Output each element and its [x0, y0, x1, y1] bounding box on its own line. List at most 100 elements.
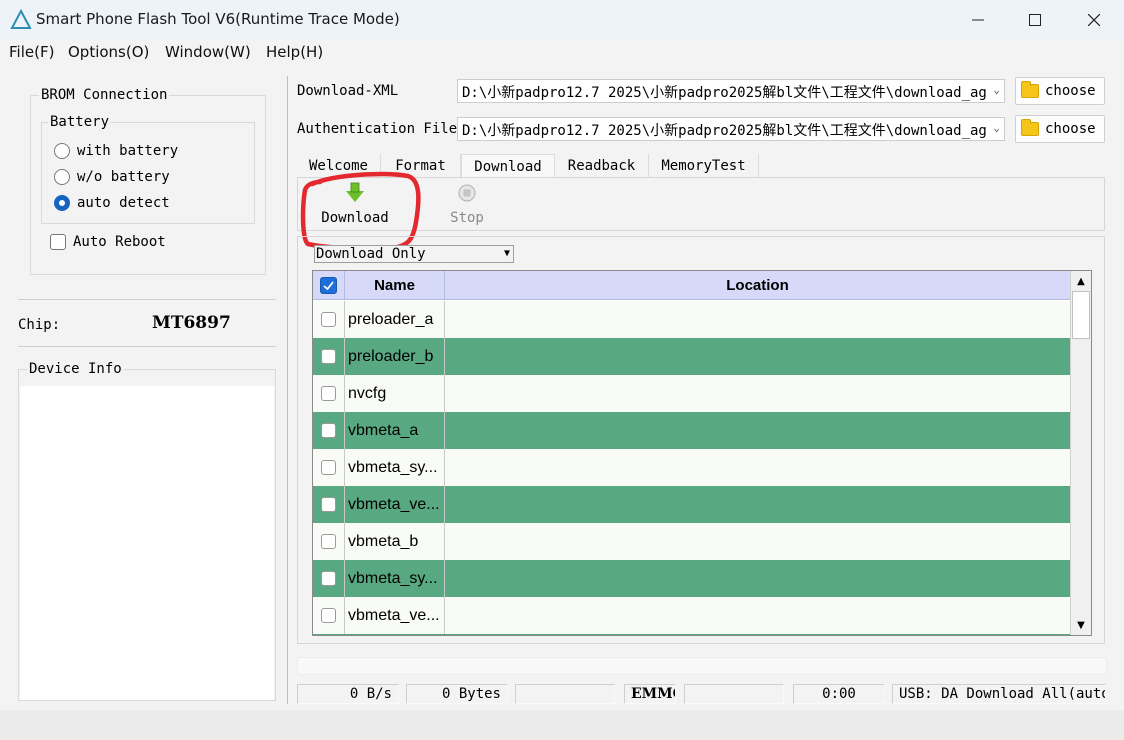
row-check-cell[interactable]	[313, 597, 345, 634]
battery-title: Battery	[48, 114, 112, 130]
tab-download[interactable]: Download	[461, 154, 555, 178]
download-label: Download	[321, 210, 389, 226]
chevron-down-icon[interactable]: ⌄	[991, 121, 1000, 134]
table-row[interactable]: vbmeta_sy...	[313, 560, 1070, 597]
row-check-cell[interactable]	[313, 449, 345, 486]
status-empty-2	[684, 684, 784, 704]
table-row[interactable]: preloader_a	[313, 301, 1070, 338]
maximize-button[interactable]	[1007, 0, 1063, 40]
table-row[interactable]: vbmeta_ve...	[313, 486, 1070, 523]
download-button[interactable]: Download	[318, 182, 392, 228]
partition-location[interactable]	[445, 412, 1070, 449]
menu-file[interactable]: File(F)	[9, 43, 54, 61]
partition-location[interactable]	[445, 486, 1070, 523]
radio-auto-detect[interactable]: auto detect	[54, 195, 170, 211]
minimize-button[interactable]	[950, 0, 1006, 40]
device-info-title: Device Info	[27, 361, 124, 377]
auto-reboot-checkbox[interactable]: Auto Reboot	[50, 234, 166, 250]
select-all-checkbox[interactable]	[320, 277, 337, 294]
brom-connection-group: BROM Connection Battery with battery w/o…	[30, 87, 266, 275]
scroll-up-arrow-icon[interactable]: ▲	[1071, 271, 1091, 291]
table-row[interactable]: vbmeta_a	[313, 412, 1070, 449]
tab-welcome[interactable]: Welcome	[297, 154, 381, 178]
checkbox[interactable]	[50, 234, 66, 250]
title-bar: Smart Phone Flash Tool V6(Runtime Trace …	[0, 0, 1124, 40]
row-checkbox[interactable]	[321, 497, 336, 512]
chevron-down-icon[interactable]: ⌄	[991, 83, 1000, 96]
row-checkbox[interactable]	[321, 571, 336, 586]
maximize-icon	[1029, 14, 1041, 26]
partition-location[interactable]	[445, 560, 1070, 597]
divider	[18, 346, 276, 347]
table-scrollbar[interactable]: ▲ ▼	[1070, 271, 1091, 635]
partition-name: vbmeta_ve...	[345, 486, 445, 523]
scroll-down-arrow-icon[interactable]: ▼	[1071, 615, 1091, 635]
choose-auth-file-button[interactable]: choose	[1015, 115, 1105, 143]
radio-button[interactable]	[54, 143, 70, 159]
table-row[interactable]: preloader_b	[313, 338, 1070, 375]
partition-location[interactable]	[445, 301, 1070, 338]
status-empty-1	[515, 684, 615, 704]
menu-help[interactable]: Help(H)	[266, 43, 323, 61]
row-checkbox[interactable]	[321, 423, 336, 438]
folder-icon	[1021, 119, 1039, 136]
row-checkbox[interactable]	[321, 460, 336, 475]
row-checkbox[interactable]	[321, 349, 336, 364]
column-header-location[interactable]: Location	[445, 271, 1070, 300]
chevron-down-icon[interactable]: ▼	[504, 246, 510, 262]
row-checkbox[interactable]	[321, 386, 336, 401]
status-time: 0:00	[793, 684, 885, 704]
row-check-cell[interactable]	[313, 338, 345, 375]
row-check-cell[interactable]	[313, 301, 345, 338]
close-button[interactable]	[1066, 0, 1122, 40]
select-all-cell[interactable]	[313, 271, 345, 300]
partition-name: preloader_a	[345, 301, 445, 338]
window-bottom-edge	[0, 710, 1124, 740]
partition-location[interactable]	[445, 523, 1070, 560]
row-checkbox[interactable]	[321, 534, 336, 549]
row-check-cell[interactable]	[313, 560, 345, 597]
table-row[interactable]: vbmeta_ve...	[313, 597, 1070, 634]
partition-location[interactable]	[445, 375, 1070, 412]
chip-label: Chip:	[18, 317, 61, 333]
auth-file-combo[interactable]: D:\小新padpro12.7 2025\小新padpro2025解bl文件\工…	[457, 117, 1005, 141]
row-checkbox[interactable]	[321, 608, 336, 623]
partition-name: nvcfg	[345, 375, 445, 412]
table-header: Name Location	[313, 271, 1070, 300]
row-check-cell[interactable]	[313, 486, 345, 523]
download-xml-combo[interactable]: D:\小新padpro12.7 2025\小新padpro2025解bl文件\工…	[457, 79, 1005, 103]
radio-label: auto detect	[77, 195, 170, 211]
radio-with-battery[interactable]: with battery	[54, 143, 178, 159]
table-row[interactable]: vbmeta_b	[313, 523, 1070, 560]
tab-format[interactable]: Format	[381, 154, 461, 178]
radio-button[interactable]	[54, 169, 70, 185]
radio-without-battery[interactable]: w/o battery	[54, 169, 170, 185]
table-row[interactable]: nvcfg	[313, 375, 1070, 412]
download-toolbar: Download Stop	[297, 177, 1105, 231]
column-header-name[interactable]: Name	[345, 271, 445, 300]
partition-location[interactable]	[445, 449, 1070, 486]
row-check-cell[interactable]	[313, 375, 345, 412]
row-check-cell[interactable]	[313, 412, 345, 449]
choose-download-xml-button[interactable]: choose	[1015, 77, 1105, 105]
tab-readback[interactable]: Readback	[555, 154, 649, 178]
download-arrow-icon	[346, 182, 364, 202]
auth-file-label: Authentication File	[297, 121, 458, 137]
tab-memorytest[interactable]: MemoryTest	[649, 154, 759, 178]
download-mode-value: Download Only	[316, 246, 426, 262]
download-mode-select[interactable]: Download Only ▼	[314, 245, 514, 263]
scrollbar-thumb[interactable]	[1072, 291, 1090, 339]
menu-options[interactable]: Options(O)	[68, 43, 149, 61]
table-row[interactable]: vbmeta_sy...	[313, 449, 1070, 486]
row-checkbox[interactable]	[321, 312, 336, 327]
row-check-cell[interactable]	[313, 523, 345, 560]
left-panel: BROM Connection Battery with battery w/o…	[0, 70, 288, 710]
partition-location[interactable]	[445, 338, 1070, 375]
menu-window[interactable]: Window(W)	[165, 43, 251, 61]
stop-button[interactable]: Stop	[444, 182, 490, 228]
table-row-partial	[313, 634, 1070, 635]
panel-splitter[interactable]	[287, 76, 288, 704]
partition-location[interactable]	[445, 597, 1070, 634]
radio-label: w/o battery	[77, 169, 170, 185]
radio-button-checked[interactable]	[54, 195, 70, 211]
